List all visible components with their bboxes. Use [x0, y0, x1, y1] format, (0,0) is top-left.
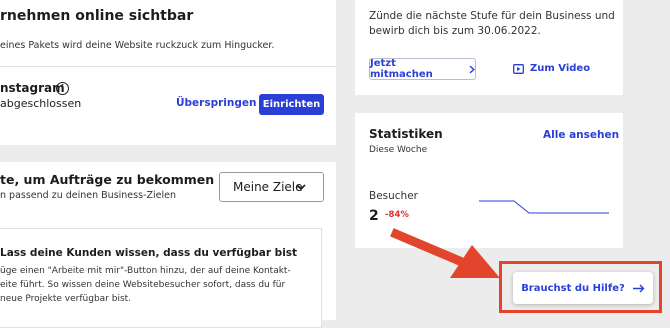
instagram-step-status: abgeschlossen	[0, 97, 82, 110]
video-play-icon	[513, 63, 524, 74]
arrow-right-icon	[632, 284, 645, 292]
annotation-arrow	[390, 228, 500, 278]
availability-tip-card: Lass deine Kunden wissen, dass du verfüg…	[0, 228, 322, 328]
goals-select[interactable]: Meine Ziele	[219, 172, 324, 202]
setup-button[interactable]: Einrichten	[259, 94, 324, 115]
promo-card: Zünde die nächste Stufe für dein Busines…	[355, 0, 623, 95]
instagram-step-title: nstagram	[0, 81, 65, 95]
help-button-label: Brauchst du Hilfe?	[521, 282, 625, 294]
help-button[interactable]: Brauchst du Hilfe?	[513, 272, 653, 304]
chevron-right-icon	[469, 65, 475, 73]
tip-title: Lass deine Kunden wissen, dass du verfüg…	[0, 247, 298, 259]
view-all-link[interactable]: Alle ansehen	[543, 129, 619, 141]
visitors-value: 2	[369, 208, 379, 224]
statistics-period: Diese Woche	[369, 145, 428, 155]
website-visibility-card: rnehmen online sichtbar eines Pakets wir…	[0, 0, 336, 145]
info-icon[interactable]: i	[56, 82, 69, 95]
promo-text-line-2: bewirb dich bis zum 30.06.2022.	[369, 25, 541, 37]
tip-line-3: neue Projekte verfügbar bist.	[0, 294, 132, 304]
join-now-label: Jetzt mitmachen	[370, 58, 433, 80]
video-link-label: Zum Video	[530, 63, 591, 74]
tip-line-2: eite führt. So wissen deine Websitebesuc…	[0, 280, 286, 290]
chevron-down-icon	[296, 184, 306, 191]
statistics-title: Statistiken	[369, 127, 443, 141]
visitors-sparkline	[479, 200, 609, 214]
visibility-card-subtitle: eines Pakets wird deine Website ruckzuck…	[0, 40, 275, 51]
video-link[interactable]: Zum Video	[513, 63, 590, 74]
promo-text-line-1: Zünde die nächste Stufe für dein Busines…	[369, 10, 615, 22]
goals-select-value: Meine Ziele	[233, 180, 303, 194]
goals-card-subtitle: n passend zu deinen Business-Zielen	[0, 190, 176, 201]
join-now-button[interactable]: Jetzt mitmachen	[369, 58, 476, 80]
visitors-label: Besucher	[369, 190, 418, 202]
visitors-change: -84%	[385, 210, 409, 220]
card-divider	[0, 66, 336, 67]
goals-card-title: te, um Aufträge zu bekommen	[0, 172, 215, 187]
visibility-card-title: rnehmen online sichtbar	[0, 8, 194, 24]
skip-button[interactable]: Überspringen	[176, 97, 256, 109]
tip-line-1: üge einen "Arbeite mit mir"-Button hinzu…	[0, 266, 291, 276]
